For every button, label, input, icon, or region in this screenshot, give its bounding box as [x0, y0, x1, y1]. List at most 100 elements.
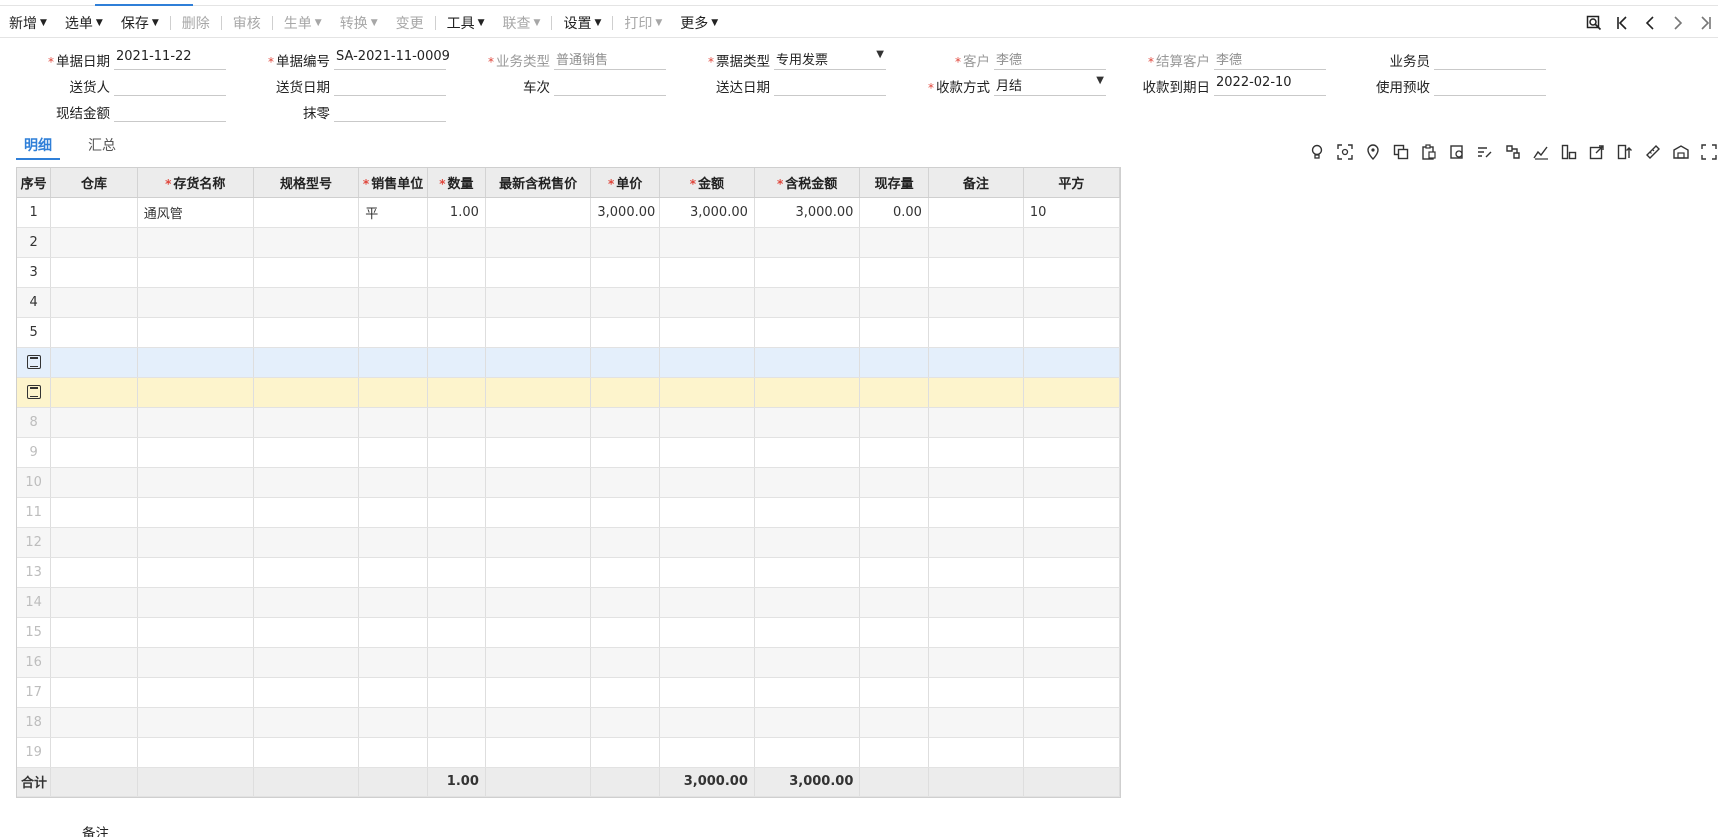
doc-date-input[interactable]: 2021-11-22	[114, 49, 226, 70]
table-row[interactable]: 1 通风管平 1.00 3,000.00 3,000.00 3,000.00 0.00 10	[17, 197, 1121, 228]
table-cell[interactable]	[358, 737, 428, 768]
table-cell[interactable]	[137, 437, 254, 468]
table-cell[interactable]	[137, 587, 254, 618]
table-cell[interactable]	[137, 617, 254, 648]
table-cell[interactable]	[754, 587, 861, 618]
table-cell[interactable]: 3,000.00	[590, 197, 660, 228]
row-number[interactable]: 13	[17, 557, 52, 588]
table-row[interactable]: 16	[17, 647, 1121, 678]
table-cell[interactable]	[859, 287, 929, 318]
table-cell[interactable]: 0.00	[859, 197, 929, 228]
table-cell[interactable]	[928, 617, 1024, 648]
cash-amount-input[interactable]	[114, 101, 226, 122]
table-cell[interactable]	[928, 287, 1024, 318]
table-cell[interactable]	[485, 557, 592, 588]
table-cell[interactable]	[50, 527, 138, 558]
table-cell[interactable]	[1023, 557, 1121, 588]
table-cell[interactable]	[1023, 737, 1121, 768]
table-cell[interactable]	[253, 647, 360, 678]
table-cell[interactable]	[928, 527, 1024, 558]
table-cell[interactable]	[50, 707, 138, 738]
table-cell[interactable]	[358, 677, 428, 708]
table-cell[interactable]	[358, 257, 428, 288]
table-cell[interactable]	[253, 287, 360, 318]
table-cell[interactable]	[590, 347, 660, 378]
row-insert-icon[interactable]	[26, 355, 41, 369]
table-cell[interactable]	[859, 497, 929, 528]
row-number[interactable]: 5	[17, 317, 52, 348]
table-cell[interactable]	[427, 287, 486, 318]
table-cell[interactable]: 3,000.00	[754, 197, 861, 228]
table-cell[interactable]	[358, 647, 428, 678]
invoice-type-select[interactable]: 专用发票 ▼	[774, 49, 886, 70]
toolbar-button-6[interactable]: 转换 ▼	[331, 9, 387, 37]
toolbar-button-11[interactable]: 打印 ▼	[615, 9, 671, 37]
table-cell[interactable]	[754, 737, 861, 768]
table-cell[interactable]	[1023, 287, 1121, 318]
table-cell[interactable]	[659, 257, 755, 288]
toolbar-button-5[interactable]: 生单 ▼	[275, 9, 331, 37]
table-cell[interactable]	[928, 557, 1024, 588]
table-cell[interactable]	[590, 437, 660, 468]
table-cell[interactable]	[590, 677, 660, 708]
toolbar-button-9[interactable]: 联查 ▼	[494, 9, 550, 37]
table-cell[interactable]	[859, 347, 929, 378]
table-cell[interactable]	[590, 287, 660, 318]
table-cell[interactable]	[928, 437, 1024, 468]
table-cell[interactable]	[590, 407, 660, 438]
row-number[interactable]: 15	[17, 617, 52, 648]
table-cell[interactable]	[859, 437, 929, 468]
toolbar-button-12[interactable]: 更多 ▼	[671, 9, 727, 37]
split-icon[interactable]	[1504, 143, 1522, 161]
table-cell[interactable]	[859, 737, 929, 768]
due-date-input[interactable]: 2022-02-10	[1214, 75, 1326, 96]
table-cell[interactable]	[137, 527, 254, 558]
table-cell[interactable]	[928, 197, 1024, 228]
row-number[interactable]: 19	[17, 737, 52, 768]
table-cell[interactable]	[358, 497, 428, 528]
toolbar-button-2[interactable]: 保存 ▼	[112, 9, 168, 37]
round-off-input[interactable]	[334, 101, 446, 122]
table-cell[interactable]	[253, 557, 360, 588]
table-cell[interactable]	[590, 737, 660, 768]
table-cell[interactable]	[659, 467, 755, 498]
table-cell[interactable]	[1023, 437, 1121, 468]
table-cell[interactable]	[253, 407, 360, 438]
row-number[interactable]: 18	[17, 707, 52, 738]
table-cell[interactable]	[859, 587, 929, 618]
column-header-1[interactable]: 仓库	[50, 168, 138, 198]
table-cell[interactable]	[253, 737, 360, 768]
table-cell[interactable]	[928, 407, 1024, 438]
table-row[interactable]: 10	[17, 467, 1121, 498]
table-cell[interactable]	[137, 257, 254, 288]
table-cell[interactable]	[928, 257, 1024, 288]
paste-icon[interactable]	[1420, 143, 1438, 161]
table-cell[interactable]	[928, 707, 1024, 738]
table-cell[interactable]	[50, 377, 138, 408]
table-cell[interactable]	[485, 227, 592, 258]
table-row[interactable]: 12	[17, 527, 1121, 558]
table-cell[interactable]	[928, 317, 1024, 348]
table-cell[interactable]	[659, 347, 755, 378]
table-cell[interactable]	[253, 617, 360, 648]
table-row[interactable]	[17, 377, 1121, 408]
table-cell[interactable]	[485, 257, 592, 288]
row-number[interactable]: 14	[17, 587, 52, 618]
table-cell[interactable]	[659, 317, 755, 348]
table-cell[interactable]	[928, 347, 1024, 378]
row-number[interactable]	[17, 347, 52, 378]
edit-lines-icon[interactable]	[1476, 143, 1494, 161]
table-cell[interactable]	[659, 497, 755, 528]
table-cell[interactable]	[427, 377, 486, 408]
table-cell[interactable]	[427, 647, 486, 678]
table-cell[interactable]	[928, 227, 1024, 258]
table-cell[interactable]	[427, 407, 486, 438]
table-cell[interactable]	[485, 617, 592, 648]
table-cell[interactable]	[253, 347, 360, 378]
table-cell[interactable]	[1023, 467, 1121, 498]
table-row[interactable]: 11	[17, 497, 1121, 528]
table-cell[interactable]	[754, 407, 861, 438]
table-cell[interactable]	[427, 587, 486, 618]
table-cell[interactable]	[427, 527, 486, 558]
table-cell[interactable]	[659, 677, 755, 708]
